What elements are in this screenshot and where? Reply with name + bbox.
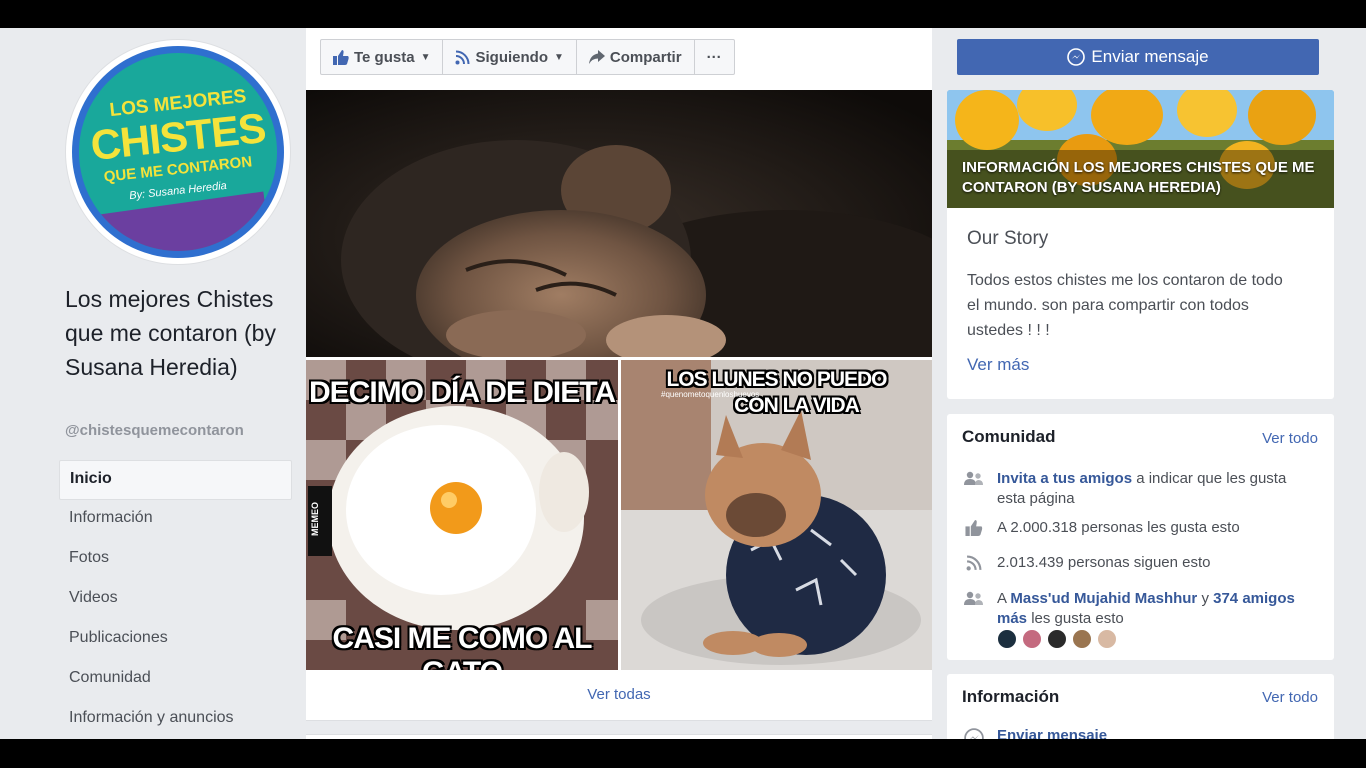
follow-label: Siguiendo	[475, 48, 548, 66]
chevron-down-icon: ▼	[420, 51, 431, 63]
like-button[interactable]: Te gusta ▼	[321, 40, 444, 74]
page-title[interactable]: Los mejores Chistes que me contaron (by …	[65, 282, 295, 384]
thumbs-up-icon	[965, 520, 983, 536]
photo-meme-monday[interactable]: LOS LUNES NO PUEDO CON LA VIDA #quenomet…	[621, 360, 932, 670]
right-column: Enviar mensaje INFORMACIÓN LOS MEJORES C…	[947, 28, 1334, 739]
letterbox-bottom	[0, 739, 1366, 768]
facebook-page: LOS MEJORES CHISTES QUE ME CONTARON By: …	[0, 28, 1366, 739]
about-card: INFORMACIÓN LOS MEJORES CHISTES QUE ME C…	[947, 90, 1334, 399]
nav-item-informacion[interactable]: Información	[59, 500, 292, 540]
likes-row: A 2.000.318 personas les gusta esto	[962, 518, 1317, 538]
share-arrow-icon	[588, 50, 605, 64]
page-nav: Inicio Información Fotos Videos Publicac…	[59, 460, 292, 739]
messenger-icon	[964, 728, 984, 739]
meme-caption-bottom: CASI ME COMO AL GATO	[332, 622, 593, 670]
avatar[interactable]	[1047, 629, 1067, 649]
action-buttons: Te gusta ▼ Siguiendo ▼ Compartir ···	[320, 39, 735, 75]
see-all-photos-link[interactable]: Ver todas	[306, 670, 932, 720]
avatar[interactable]	[1022, 629, 1042, 649]
see-more-link[interactable]: Ver más	[967, 355, 1029, 375]
meme-caption-line1: LOS LUNES NO PUEDO	[666, 368, 887, 391]
profile-picture[interactable]: LOS MEJORES CHISTES QUE ME CONTARON By: …	[66, 40, 290, 264]
people-icon	[964, 471, 983, 485]
nav-item-fotos[interactable]: Fotos	[59, 540, 292, 580]
nav-item-publicaciones[interactable]: Publicaciones	[59, 620, 292, 660]
send-message-label: Enviar mensaje	[1091, 47, 1209, 66]
followers-row: 2.013.439 personas siguen esto	[962, 553, 1317, 573]
left-column: LOS MEJORES CHISTES QUE ME CONTARON By: …	[0, 28, 306, 739]
avatar[interactable]	[1097, 629, 1117, 649]
logo-ring: LOS MEJORES CHISTES QUE ME CONTARON By: …	[72, 46, 284, 258]
friend-avatars	[997, 629, 1122, 649]
photo-chimpanzee[interactable]	[306, 90, 932, 357]
info-card: Información Ver todo Enviar mensaje	[947, 674, 1334, 739]
thumbs-up-icon	[333, 49, 349, 65]
nav-item-informacion-anuncios[interactable]: Información y anuncios	[59, 700, 292, 739]
community-title: Comunidad	[962, 427, 1056, 446]
letterbox-top	[0, 0, 1366, 28]
about-banner-image[interactable]: INFORMACIÓN LOS MEJORES CHISTES QUE ME C…	[947, 90, 1334, 208]
info-title: Información	[962, 687, 1060, 706]
ellipsis-icon: ···	[706, 48, 722, 66]
avatar[interactable]	[1072, 629, 1092, 649]
logo: LOS MEJORES CHISTES QUE ME CONTARON By: …	[79, 53, 277, 251]
meme-caption-top: DECIMO DÍA DE DIETA	[308, 376, 616, 409]
nav-item-comunidad[interactable]: Comunidad	[59, 660, 292, 700]
share-button[interactable]: Compartir	[577, 40, 695, 74]
people-icon	[964, 591, 983, 605]
chevron-down-icon: ▼	[553, 51, 564, 63]
nav-item-videos[interactable]: Videos	[59, 580, 292, 620]
photos-section: DECIMO DÍA DE DIETA CASI ME COMO AL GATO…	[306, 90, 932, 721]
like-label: Te gusta	[354, 48, 415, 66]
about-banner-title: INFORMACIÓN LOS MEJORES CHISTES QUE ME C…	[962, 159, 1315, 196]
likes-count: A 2.000.318 personas les gusta esto	[997, 519, 1240, 536]
send-message-button[interactable]: Enviar mensaje	[957, 39, 1319, 75]
invite-friends-link[interactable]: Invita a tus amigos	[997, 470, 1132, 487]
center-column: Te gusta ▼ Siguiendo ▼ Compartir ··· DEC…	[306, 28, 932, 739]
action-bar: Te gusta ▼ Siguiendo ▼ Compartir ···	[306, 28, 932, 90]
photo-meme-diet[interactable]: DECIMO DÍA DE DIETA CASI ME COMO AL GATO…	[306, 360, 618, 670]
info-see-all-link[interactable]: Ver todo	[1262, 689, 1318, 706]
rss-icon	[455, 50, 470, 64]
info-message-row: Enviar mensaje	[962, 726, 1317, 739]
community-card: Comunidad Ver todo Invita a tus amigos a…	[947, 414, 1334, 660]
community-see-all-link[interactable]: Ver todo	[1262, 430, 1318, 447]
follow-button[interactable]: Siguiendo ▼	[443, 40, 577, 74]
meme-hashtag: #quenometoquenloshuevos	[661, 390, 760, 399]
avatar[interactable]	[997, 629, 1017, 649]
invite-friends-row: Invita a tus amigos a indicar que les gu…	[962, 469, 1317, 509]
story-text: Todos estos chistes me los contaron de t…	[967, 272, 1283, 339]
nav-item-inicio[interactable]: Inicio	[59, 460, 292, 500]
messenger-icon	[1067, 48, 1086, 66]
chimpanzee-image	[306, 90, 932, 357]
friends-like-row: A Mass'ud Mujahid Mashhur y 374 amigos m…	[962, 589, 1317, 629]
friend-name-link[interactable]: Mass'ud Mujahid Mashhur	[1010, 590, 1197, 607]
rss-icon	[966, 555, 982, 571]
story-title: Our Story	[967, 228, 1049, 249]
watermark-memeo: MEMEO	[310, 502, 320, 537]
share-label: Compartir	[609, 48, 682, 66]
page-handle[interactable]: @chistesquemecontaron	[65, 422, 244, 439]
more-options-button[interactable]: ···	[695, 40, 734, 74]
info-send-message-link[interactable]: Enviar mensaje	[997, 727, 1107, 739]
followers-count: 2.013.439 personas siguen esto	[997, 554, 1211, 571]
